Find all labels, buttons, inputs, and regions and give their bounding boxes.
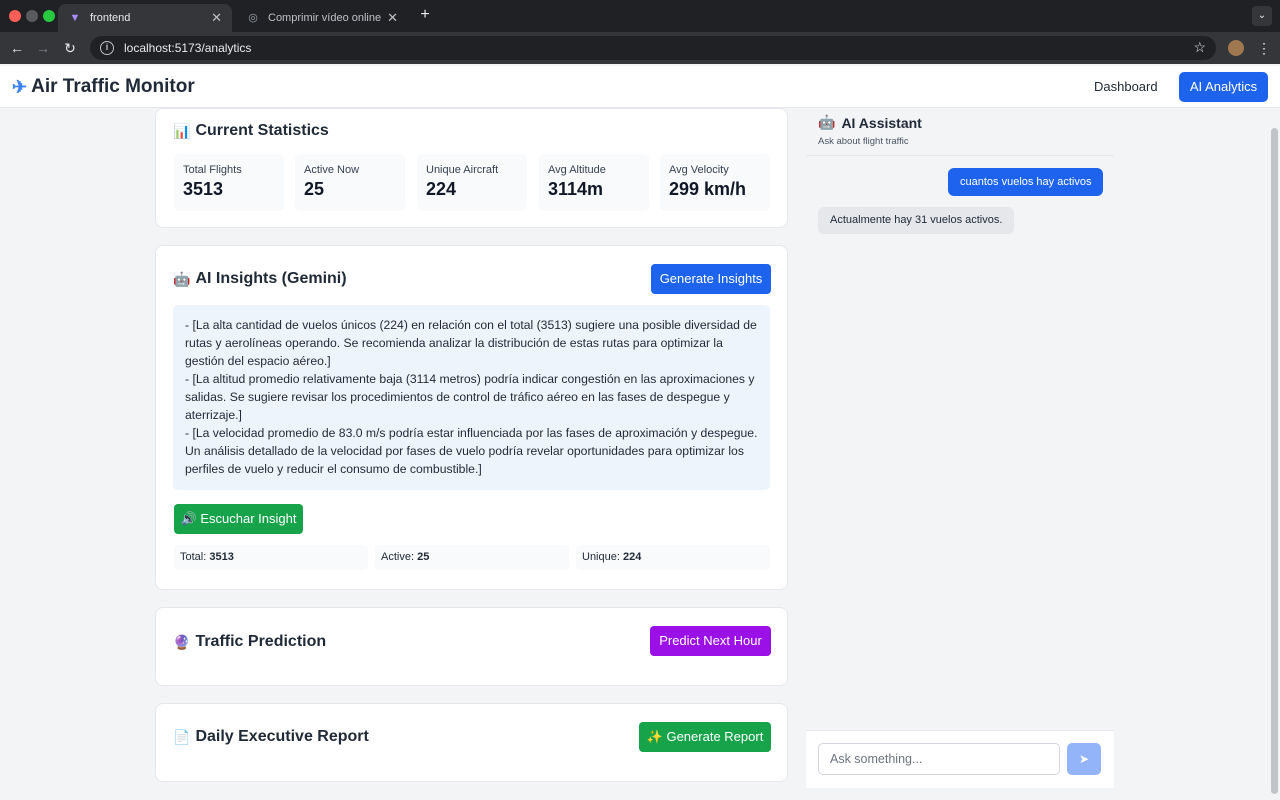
assistant-header: 🤖 AI Assistant Ask about flight traffic xyxy=(806,108,1114,156)
assistant-title: AI Assistant xyxy=(841,114,922,131)
speaker-icon: 🔊 xyxy=(180,511,197,526)
app-header: ✈ Air Traffic Monitor Dashboard AI Analy… xyxy=(0,66,1280,108)
stat-value: 224 xyxy=(426,179,457,199)
insights-title: AI Insights (Gemini) xyxy=(195,270,347,287)
predict-next-hour-button[interactable]: Predict Next Hour xyxy=(650,626,771,656)
assistant-heading: 🤖 AI Assistant xyxy=(818,114,922,131)
reload-icon[interactable]: ↻ xyxy=(61,39,79,57)
stat-value: 3513 xyxy=(183,179,224,199)
stat-label: Unique Aircraft xyxy=(426,164,499,176)
tab-search-chevron-icon[interactable]: ⌄ xyxy=(1252,6,1272,26)
site-favicon-icon: ◎ xyxy=(248,12,258,24)
minimize-window-button[interactable] xyxy=(26,10,38,22)
stat-label: Avg Altitude xyxy=(548,164,606,176)
summary-label: Active: xyxy=(381,551,415,563)
browser-toolbar: ← → ↻ i localhost:5173/analytics ☆ ⋮ xyxy=(0,32,1280,64)
nav-ai-analytics[interactable]: AI Analytics xyxy=(1179,72,1268,102)
daily-report-card: 📄 Daily Executive Report ✨ Generate Repo… xyxy=(155,703,788,782)
insights-heading: 🤖 AI Insights (Gemini) xyxy=(173,270,347,288)
stat-label: Total Flights xyxy=(183,164,242,176)
ai-insights-card: 🤖 AI Insights (Gemini) Generate Insights… xyxy=(155,245,788,590)
new-tab-icon[interactable]: + xyxy=(416,6,434,24)
browser-tab-frontend[interactable]: ▼ frontend ✕ xyxy=(58,4,232,32)
stat-unique-aircraft: Unique Aircraft 224 xyxy=(417,154,527,211)
stat-value: 299 km/h xyxy=(669,179,747,199)
ai-assistant-panel: 🤖 AI Assistant Ask about flight traffic … xyxy=(806,108,1114,788)
stat-value: 25 xyxy=(304,179,325,199)
insight-line: - [La altitud promedio relativamente baj… xyxy=(185,372,755,422)
app-brand[interactable]: ✈ Air Traffic Monitor xyxy=(12,76,195,98)
tab-title: Comprimir vídeo online — Re xyxy=(268,12,382,24)
summary-label: Total: xyxy=(180,551,207,563)
document-icon: 📄 xyxy=(173,728,191,745)
crystal-ball-icon: 🔮 xyxy=(173,633,191,650)
summary-value: 3513 xyxy=(209,551,234,563)
prediction-title: Traffic Prediction xyxy=(195,633,327,650)
stat-avg-altitude: Avg Altitude 3114m xyxy=(539,154,649,211)
browser-menu-icon[interactable]: ⋮ xyxy=(1257,39,1271,57)
send-button[interactable]: ➤ xyxy=(1067,743,1101,775)
summary-unique: Unique: 224 xyxy=(576,545,770,570)
generate-insights-button[interactable]: Generate Insights xyxy=(651,264,771,294)
site-info-icon[interactable]: i xyxy=(100,41,114,55)
bookmark-star-icon[interactable]: ☆ xyxy=(1193,39,1206,56)
robot-icon: 🤖 xyxy=(818,114,836,130)
summary-total: Total: 3513 xyxy=(174,545,368,570)
generate-report-button[interactable]: ✨ Generate Report xyxy=(639,722,771,752)
insights-text-box: - [La alta cantidad de vuelos únicos (22… xyxy=(173,305,770,490)
scrollbar-thumb[interactable] xyxy=(1271,128,1278,794)
summary-active: Active: 25 xyxy=(375,545,569,570)
traffic-prediction-card: 🔮 Traffic Prediction Predict Next Hour xyxy=(155,607,788,686)
browser-tab-compress-video[interactable]: ◎ Comprimir vídeo online — Re ✕ xyxy=(236,4,408,32)
back-arrow-icon[interactable]: ← xyxy=(8,39,26,57)
prediction-heading: 🔮 Traffic Prediction xyxy=(173,633,326,651)
listen-insight-label: Escuchar Insight xyxy=(200,511,297,526)
current-statistics-card: 📊 Current Statistics Total Flights 3513 … xyxy=(155,108,788,228)
insight-line: - [La alta cantidad de vuelos únicos (22… xyxy=(185,318,757,368)
url-text: localhost:5173/analytics xyxy=(124,41,252,55)
close-window-button[interactable] xyxy=(9,10,21,22)
stats-title: Current Statistics xyxy=(195,122,329,139)
listen-insight-button[interactable]: 🔊 Escuchar Insight xyxy=(174,504,303,534)
chat-message-user: cuantos vuelos hay activos xyxy=(948,168,1104,196)
nav-dashboard[interactable]: Dashboard xyxy=(1082,72,1170,102)
stat-label: Active Now xyxy=(304,164,360,176)
app-title: Air Traffic Monitor xyxy=(31,76,195,97)
stat-total-flights: Total Flights 3513 xyxy=(174,154,284,211)
stat-value: 3114m xyxy=(548,179,604,199)
forward-arrow-icon[interactable]: → xyxy=(34,39,52,57)
vite-icon: ▼ xyxy=(69,12,81,24)
robot-icon: 🤖 xyxy=(173,270,191,287)
summary-value: 224 xyxy=(622,551,642,563)
stat-label: Avg Velocity xyxy=(669,164,729,176)
maximize-window-button[interactable] xyxy=(43,10,55,22)
chat-input[interactable] xyxy=(818,743,1060,775)
profile-avatar[interactable] xyxy=(1228,40,1244,56)
chat-message-assistant: Actualmente hay 31 vuelos activos. xyxy=(818,207,1015,234)
insight-line: - [La velocidad promedio de 83.0 m/s pod… xyxy=(185,426,758,476)
tab-title: frontend xyxy=(90,12,131,24)
report-title: Daily Executive Report xyxy=(195,728,369,745)
airplane-icon: ✈ xyxy=(12,76,28,97)
assistant-subtitle: Ask about flight traffic xyxy=(818,136,909,147)
send-arrow-icon: ➤ xyxy=(1078,752,1090,766)
browser-tab-bar: ▼ frontend ✕ ◎ Comprimir vídeo online — … xyxy=(0,0,1280,32)
chat-input-area: ➤ xyxy=(806,730,1114,788)
stats-heading: 📊 Current Statistics xyxy=(173,122,329,140)
stat-avg-velocity: Avg Velocity 299 km/h xyxy=(660,154,770,211)
stat-active-now: Active Now 25 xyxy=(295,154,405,211)
close-tab-icon[interactable]: ✕ xyxy=(387,10,398,26)
summary-value: 25 xyxy=(417,551,430,563)
page-scrollbar[interactable] xyxy=(1268,108,1280,800)
summary-label: Unique: xyxy=(582,551,620,563)
address-bar[interactable]: i localhost:5173/analytics ☆ xyxy=(90,36,1216,60)
report-heading: 📄 Daily Executive Report xyxy=(173,728,369,746)
close-tab-icon[interactable]: ✕ xyxy=(211,10,222,26)
bar-chart-icon: 📊 xyxy=(173,122,191,139)
